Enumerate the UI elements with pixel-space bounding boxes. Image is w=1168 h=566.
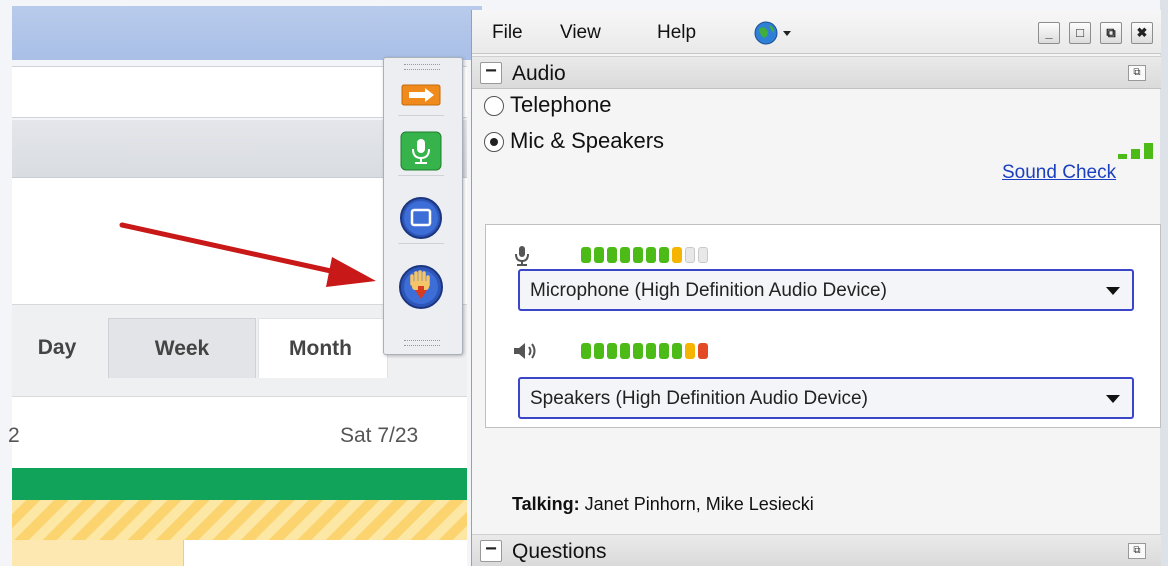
tab-day[interactable]: Day <box>12 318 102 378</box>
talking-label: Talking: <box>512 494 580 514</box>
floating-toolbar <box>383 57 463 355</box>
telephone-radio[interactable] <box>484 96 504 116</box>
screen: Day Week Month 2 Sat 7/23 File View Help… <box>0 0 1168 566</box>
globe-icon <box>754 21 791 45</box>
meter-segment <box>594 343 604 359</box>
speaker-device-select[interactable]: Speakers (High Definition Audio Device) <box>518 377 1134 419</box>
audio-control-panel: File View Help _ □ ⧉ ✖ − Audio ⧉ Telepho… <box>471 10 1161 566</box>
meter-segment <box>620 343 630 359</box>
calendar-event-bar <box>12 468 467 500</box>
arrow-icon <box>401 84 441 105</box>
meter-segment <box>646 247 656 263</box>
calendar-cell <box>12 540 184 566</box>
meter-segment <box>685 247 695 263</box>
microphone-icon <box>400 131 442 170</box>
calendar-striped-row <box>12 500 467 540</box>
meter-segment <box>607 247 617 263</box>
toolbar-grip-top[interactable] <box>404 64 440 70</box>
toolbar-raise-hand-button[interactable] <box>398 258 444 316</box>
close-button[interactable]: ✖ <box>1131 22 1153 44</box>
toolbar-arrow-button[interactable] <box>398 74 444 116</box>
meter-segment <box>685 343 695 359</box>
menu-help[interactable]: Help <box>657 22 696 44</box>
menu-view[interactable]: View <box>560 22 601 44</box>
chevron-down-icon <box>1106 395 1120 403</box>
date-header-left: 2 <box>8 424 20 447</box>
audio-device-panel: Microphone (High Definition Audio Device… <box>485 224 1161 428</box>
date-header-saturday: Sat 7/23 <box>340 424 419 447</box>
questions-section-title: Questions <box>512 540 607 563</box>
sound-check-link[interactable]: Sound Check <box>1002 162 1116 184</box>
toolbar-microphone-button[interactable] <box>398 126 444 176</box>
meter-segment <box>620 247 630 263</box>
microphone-icon <box>512 245 532 272</box>
calendar-cell-row <box>12 540 467 566</box>
signal-strength-icon <box>1118 143 1153 159</box>
page-edge <box>1160 0 1168 566</box>
chevron-down-icon <box>1106 287 1120 295</box>
speaker-level-meter <box>581 343 708 359</box>
meter-segment <box>607 343 617 359</box>
menu-file[interactable]: File <box>492 22 523 44</box>
menu-bar: File View Help _ □ ⧉ ✖ <box>472 10 1161 54</box>
browser-header-bar <box>12 6 482 60</box>
audio-collapse-button[interactable]: − <box>480 61 502 84</box>
raise-hand-icon <box>399 265 443 309</box>
tab-month[interactable]: Month <box>258 318 388 378</box>
meter-segment <box>594 247 604 263</box>
meter-segment <box>659 247 669 263</box>
speaker-icon <box>512 341 538 366</box>
meter-segment <box>698 247 708 263</box>
meter-segment <box>633 247 643 263</box>
language-menu-button[interactable] <box>754 21 791 45</box>
microphone-device-value: Microphone (High Definition Audio Device… <box>530 280 887 301</box>
audio-section-header: − Audio ⧉ <box>472 56 1161 89</box>
mic-speakers-radio[interactable] <box>484 132 504 152</box>
meter-segment <box>581 247 591 263</box>
talking-indicator: Talking: Janet Pinhorn, Mike Lesiecki <box>512 494 814 515</box>
microphone-level-meter <box>581 247 708 263</box>
tab-week[interactable]: Week <box>108 318 256 378</box>
meter-segment <box>633 343 643 359</box>
meter-segment <box>659 343 669 359</box>
meter-segment <box>672 343 682 359</box>
talking-names: Janet Pinhorn, Mike Lesiecki <box>579 494 814 514</box>
questions-section-header: − Questions ⧉ <box>472 534 1161 566</box>
meter-segment <box>672 247 682 263</box>
restore-button[interactable]: ⧉ <box>1100 22 1122 44</box>
minimize-button[interactable]: _ <box>1038 22 1060 44</box>
toolbar-screen-share-button[interactable] <box>398 192 444 244</box>
microphone-device-select[interactable]: Microphone (High Definition Audio Device… <box>518 269 1134 311</box>
toolbar-grip-bottom[interactable] <box>404 340 440 346</box>
audio-section-title: Audio <box>512 62 566 85</box>
screen-share-icon <box>400 196 442 239</box>
mic-speakers-label[interactable]: Mic & Speakers <box>510 128 664 154</box>
questions-popout-icon[interactable]: ⧉ <box>1128 543 1146 559</box>
audio-popout-icon[interactable]: ⧉ <box>1128 65 1146 81</box>
telephone-label[interactable]: Telephone <box>510 92 612 118</box>
maximize-button[interactable]: □ <box>1069 22 1091 44</box>
meter-segment <box>698 343 708 359</box>
meter-segment <box>581 343 591 359</box>
speaker-device-value: Speakers (High Definition Audio Device) <box>530 388 868 409</box>
annotation-arrow <box>119 222 376 287</box>
meter-segment <box>646 343 656 359</box>
questions-collapse-button[interactable]: − <box>480 539 502 562</box>
